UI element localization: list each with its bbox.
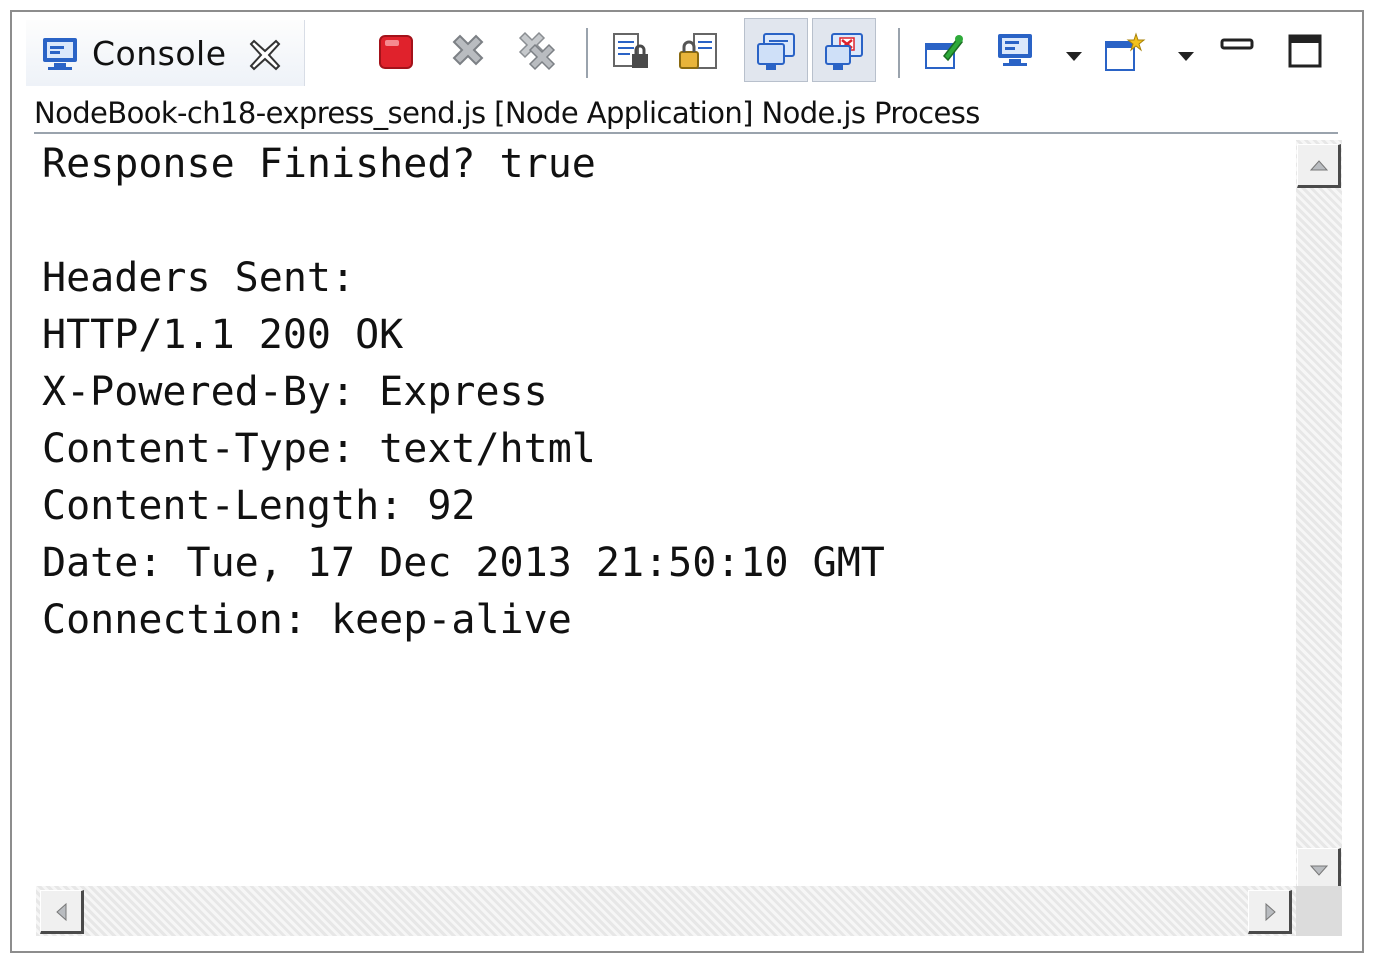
console-line: Headers Sent: [42,255,356,301]
display-console-dropdown-arrow[interactable] [1066,52,1082,61]
horizontal-scrollbar[interactable] [36,886,1296,936]
console-line: Response Finished? true [42,141,596,187]
console-output[interactable]: Response Finished? true Headers Sent: HT… [34,136,1296,886]
console-line: Content-Type: text/html [42,426,596,472]
show-console-on-stderr-icon[interactable] [822,30,866,74]
scroll-left-button[interactable] [40,890,84,934]
scroll-lock-icon[interactable] [608,30,652,74]
console-line: X-Powered-By: Express [42,369,548,415]
console-line: Content-Length: 92 [42,483,476,529]
tab-label: Console [92,34,227,73]
toolbar-separator [898,28,900,78]
console-line: Connection: keep-alive [42,597,572,643]
arrow-down-icon [1309,865,1329,876]
show-console-on-stdout-icon[interactable] [754,30,798,74]
arrow-right-icon [1265,902,1276,922]
close-icon[interactable] [248,38,282,72]
open-console-dropdown-arrow[interactable] [1178,52,1194,61]
console-view-icon [43,38,77,70]
vertical-scrollbar[interactable] [1296,140,1342,896]
pin-console-icon[interactable] [922,30,966,74]
arrow-up-icon [1309,160,1329,171]
word-wrap-icon[interactable] [676,30,720,74]
minimize-icon[interactable] [1216,30,1260,74]
maximize-icon[interactable] [1284,30,1328,74]
toolbar-separator [586,28,588,78]
terminate-icon[interactable] [374,30,418,74]
arrow-left-icon [56,902,67,922]
scroll-up-button[interactable] [1297,144,1341,188]
open-console-icon[interactable] [1102,30,1146,74]
title-divider [34,132,1338,134]
remove-launch-icon[interactable] [446,30,490,74]
process-description: NodeBook-ch18-express_send.js [Node Appl… [34,96,980,130]
console-view: Console NodeBook-ch18-express_send.js [N… [10,10,1364,953]
view-toolbar: Console [12,12,1362,90]
console-line: Date: Tue, 17 Dec 2013 21:50:10 GMT [42,540,885,586]
scrollbar-corner [1296,886,1342,936]
console-line: HTTP/1.1 200 OK [42,312,404,358]
display-selected-console-icon[interactable] [994,30,1038,74]
remove-all-terminated-icon[interactable] [514,30,558,74]
scroll-right-button[interactable] [1248,890,1292,934]
tab-console[interactable]: Console [26,20,305,86]
